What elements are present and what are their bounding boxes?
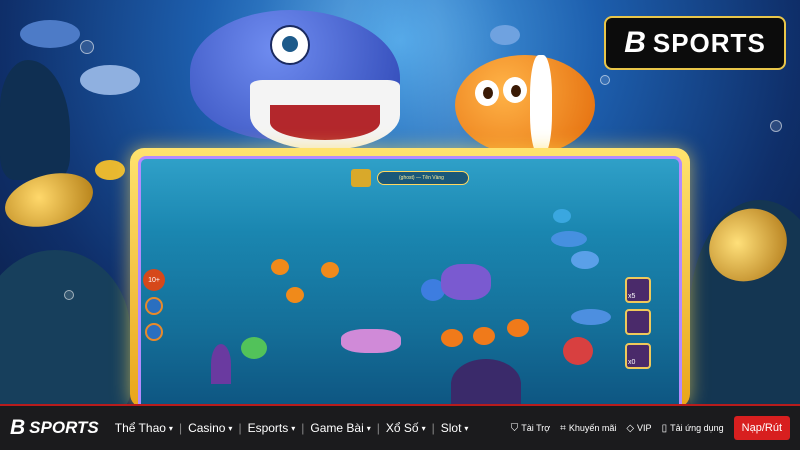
- game-screen: (ghost) — Tên Vàng 10+ x5 x0: [138, 156, 682, 404]
- menu-item-slot[interactable]: Slot ▾: [435, 421, 475, 435]
- game-banner-scene: B SPORTS (ghost) — Tên Vàng 10+ x5 x0: [0, 0, 800, 404]
- game-top-label: (ghost) — Tên Vàng: [399, 175, 444, 181]
- nav-logo-text: SPORTS: [29, 418, 99, 437]
- nav-link-vip[interactable]: ◇ VIP: [626, 423, 651, 434]
- menu-item-label: Esports: [247, 421, 289, 435]
- side-button-label: x0: [628, 359, 636, 366]
- left-badge[interactable]: 10+: [143, 269, 165, 291]
- clownfish: [507, 319, 529, 337]
- menu-item-label: Xổ Số: [385, 421, 419, 435]
- main-menu: Thể Thao ▾ | Casino ▾ | Esports ▾ | Game Bà…: [109, 421, 475, 435]
- nav-logo-mark: B: [10, 416, 26, 439]
- menu-item-esports[interactable]: Esports ▾: [242, 421, 302, 435]
- caret-down-icon: ▾: [464, 423, 469, 433]
- caret-down-icon: ▾: [228, 423, 233, 433]
- game-left-button[interactable]: [145, 323, 163, 341]
- menu-item-casino[interactable]: Casino ▾: [182, 421, 238, 435]
- tag-icon: ⌗: [560, 422, 566, 434]
- game-side-button[interactable]: x5: [625, 277, 651, 303]
- caret-down-icon: ▾: [168, 423, 173, 433]
- red-pufferfish: [563, 337, 593, 365]
- bubble: [64, 290, 74, 300]
- menu-item-label: Thể Thao: [114, 421, 166, 435]
- pink-fish: [341, 329, 401, 353]
- blue-fish: [20, 20, 80, 48]
- brand-logo[interactable]: B SPORTS: [604, 16, 786, 70]
- nav-link-label: Tải ứng dụng: [670, 423, 724, 433]
- treasure-icon: [351, 169, 371, 187]
- blue-fish: [490, 25, 520, 45]
- game-side-button[interactable]: x0: [625, 343, 651, 369]
- menu-item-game-bai[interactable]: Game Bài ▾: [304, 421, 376, 435]
- caret-down-icon: ▾: [421, 423, 426, 433]
- clownfish-character: [455, 55, 605, 160]
- blue-fish: [80, 65, 140, 95]
- deposit-withdraw-button[interactable]: Nạp/Rút: [733, 416, 790, 440]
- shark-character: [190, 10, 420, 160]
- bubble: [600, 75, 610, 85]
- orange-fish: [321, 262, 339, 278]
- nav-link-label: Tài Trợ: [521, 423, 551, 433]
- side-button-label: x5: [628, 293, 636, 300]
- brand-logo-text: SPORTS: [652, 27, 766, 58]
- blue-fish: [571, 251, 599, 269]
- caret-down-icon: ▾: [366, 423, 371, 433]
- phone-icon: ▯: [661, 422, 668, 434]
- bottom-nav-bar: B SPORTS Thể Thao ▾ | Casino ▾ | Esports ▾ …: [0, 404, 800, 450]
- menu-item-label: Game Bài: [310, 421, 364, 435]
- orange-fish: [271, 259, 289, 275]
- clownfish: [441, 329, 463, 347]
- nav-right-group: ⛉ Tài Trợ ⌗ Khuyến mãi ◇ VIP ▯ Tải ứng dụng …: [511, 416, 790, 440]
- nav-link-khuyen-mai[interactable]: ⌗ Khuyến mãi: [560, 423, 616, 434]
- nav-link-tai-ung-dung[interactable]: ▯ Tải ứng dụng: [662, 423, 724, 434]
- game-side-button[interactable]: [625, 309, 651, 335]
- shield-icon: ⛉: [510, 422, 519, 434]
- brand-logo-mark: B: [624, 26, 647, 59]
- menu-item-label: Casino: [188, 421, 226, 435]
- bubble: [770, 120, 782, 132]
- bubble: [80, 40, 94, 54]
- blue-fish: [553, 209, 571, 223]
- nav-logo[interactable]: B SPORTS: [10, 416, 99, 440]
- page: B SPORTS (ghost) — Tên Vàng 10+ x5 x0 B …: [0, 0, 800, 450]
- caret-down-icon: ▾: [291, 423, 296, 433]
- game-screenshot-frame: (ghost) — Tên Vàng 10+ x5 x0: [130, 148, 690, 404]
- seabed-rock: [211, 344, 231, 384]
- orange-fish: [286, 287, 304, 303]
- nav-link-label: VIP: [637, 423, 652, 433]
- blue-fish: [571, 309, 611, 325]
- nav-link-tai-tro[interactable]: ⛉ Tài Trợ: [511, 423, 550, 434]
- purple-fish: [441, 264, 491, 300]
- blue-fish: [551, 231, 587, 247]
- seabed-rock: [451, 359, 521, 404]
- menu-item-label: Slot: [440, 421, 462, 435]
- yellow-fish: [95, 160, 125, 180]
- clownfish: [473, 327, 495, 345]
- green-fish: [241, 337, 267, 359]
- left-badge-label: 10+: [148, 276, 160, 284]
- nav-link-label: Khuyến mãi: [568, 423, 617, 433]
- diamond-icon: ◇: [626, 422, 635, 434]
- menu-item-the-thao[interactable]: Thể Thao ▾: [109, 421, 179, 435]
- menu-item-xo-so[interactable]: Xổ Số ▾: [380, 421, 432, 435]
- game-left-button[interactable]: [145, 297, 163, 315]
